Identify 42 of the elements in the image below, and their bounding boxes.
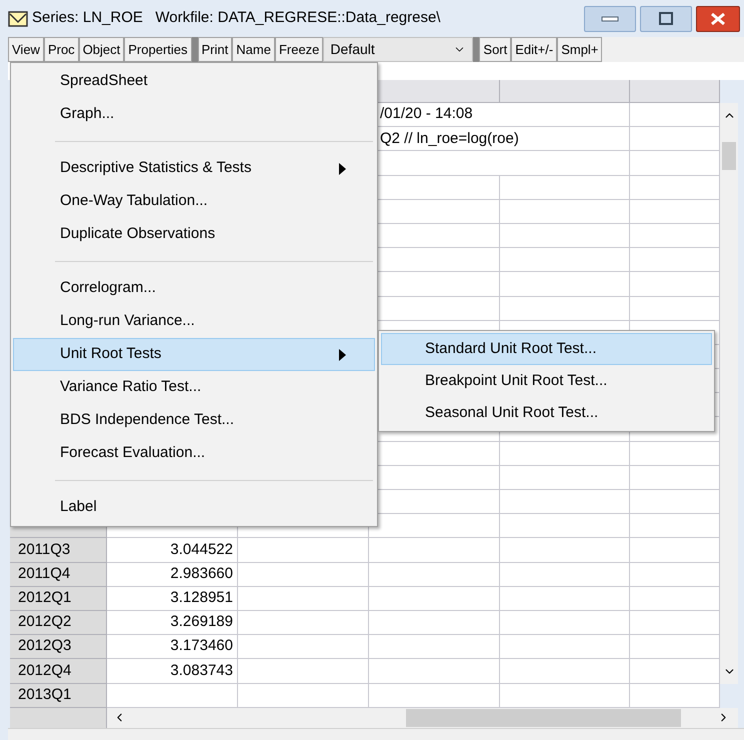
menu-item[interactable]: Forecast Evaluation... [13, 437, 375, 470]
toolbar-button[interactable]: Proc [44, 37, 79, 62]
comment-cell: Q2 // ln_roe=log(roe) [380, 127, 630, 152]
comment-cell: /01/20 - 14:08 [380, 103, 630, 128]
value-cell: 3.044522 [107, 538, 238, 563]
toolbar-button[interactable]: Properties [124, 37, 192, 62]
row-header[interactable]: 2012Q4 [10, 659, 107, 684]
row-header[interactable]: 2013Q1 [10, 684, 107, 708]
menu-item[interactable]: Breakpoint Unit Root Test... [381, 365, 712, 397]
toolbar-button[interactable]: Print [198, 37, 232, 62]
value-cell: 3.173460 [107, 635, 238, 660]
menu-item[interactable]: One-Way Tabulation... [13, 185, 375, 218]
value-cell: 3.128951 [107, 586, 238, 611]
toolbar-button[interactable]: Name [232, 37, 275, 62]
toolbar-button[interactable]: Freeze [274, 37, 324, 62]
row-header[interactable]: 2012Q3 [10, 635, 107, 660]
toolbar-button[interactable]: Edit+/- [511, 37, 558, 62]
row-header[interactable]: 2011Q4 [10, 562, 107, 587]
menu-item[interactable]: Descriptive Statistics & Tests [13, 152, 375, 185]
format-dropdown[interactable]: Default [323, 37, 474, 62]
menu-item[interactable]: Seasonal Unit Root Test... [381, 397, 712, 429]
toolbar-button[interactable]: Sort [479, 37, 512, 62]
menu-item[interactable]: Label [13, 491, 375, 524]
menu-item[interactable]: BDS Independence Test... [13, 404, 375, 437]
toolbar-button[interactable]: View [8, 37, 44, 62]
window-title: Series: LN_ROE Workfile: DATA_REGRESE::Data_regrese\ [32, 8, 440, 28]
row-header[interactable]: 2012Q1 [10, 586, 107, 611]
menu-item[interactable]: SpreadSheet [13, 65, 375, 98]
menu-item[interactable]: Correlogram... [13, 272, 375, 305]
toolbar-button[interactable]: Object [78, 37, 124, 62]
value-cell: 3.269189 [107, 610, 238, 636]
row-header[interactable]: 2011Q3 [10, 538, 107, 563]
menu-item[interactable]: Standard Unit Root Test... [381, 333, 712, 365]
toolbar-button[interactable]: Smpl+ [557, 37, 602, 62]
value-cell: 2.983660 [107, 562, 238, 587]
menu-item[interactable]: Long-run Variance... [13, 305, 375, 338]
menu-item[interactable]: Variance Ratio Test... [13, 371, 375, 404]
value-cell: 3.083743 [107, 659, 238, 684]
row-header[interactable]: 2012Q2 [10, 610, 107, 636]
menu-item[interactable]: Unit Root Tests [13, 338, 375, 371]
menu-item[interactable]: Graph... [13, 98, 375, 131]
menu-item[interactable]: Duplicate Observations [13, 218, 375, 251]
